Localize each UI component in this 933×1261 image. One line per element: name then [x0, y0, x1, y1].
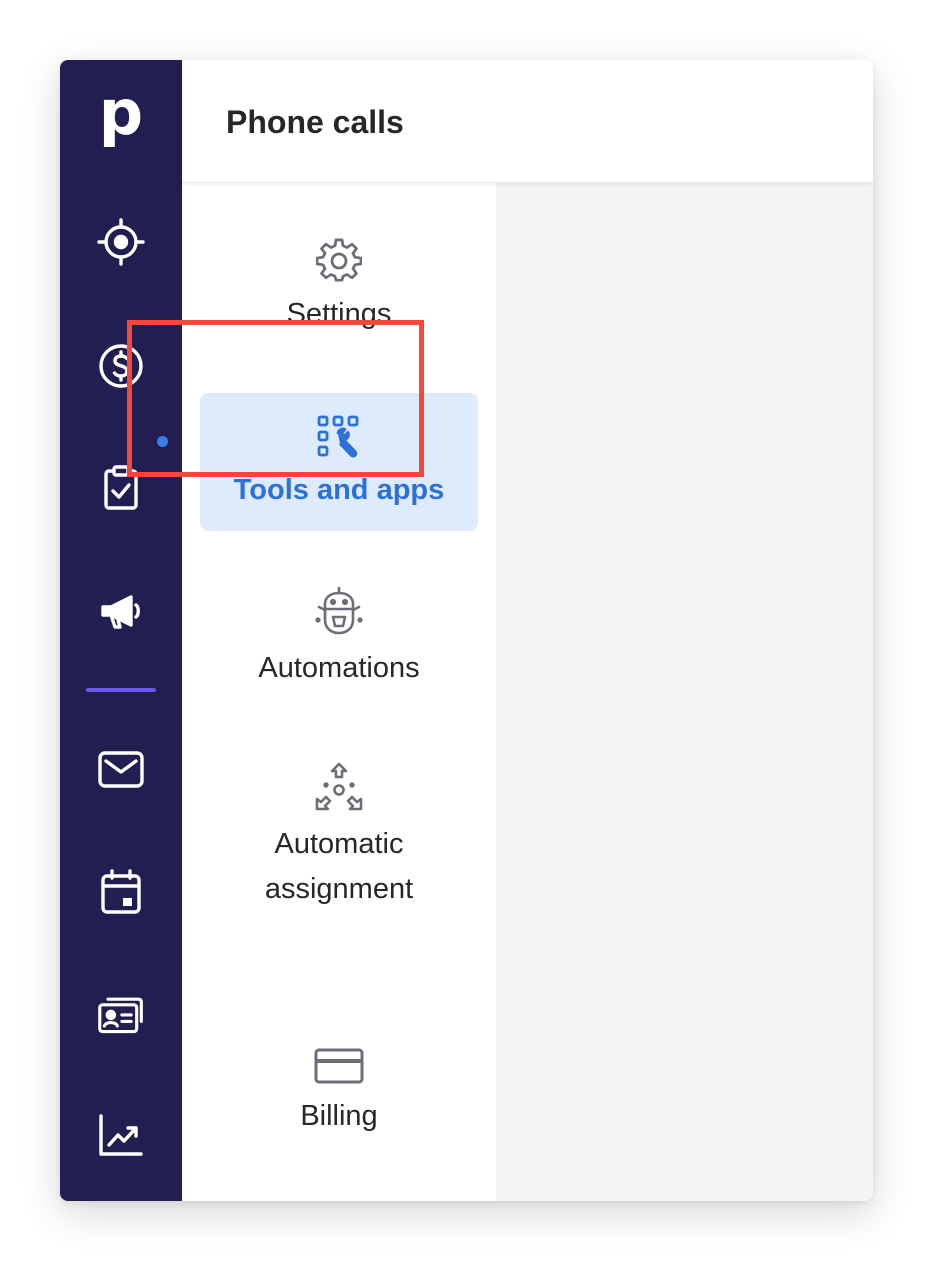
credit-card-icon — [314, 1048, 364, 1084]
page-header: Phone calls — [182, 60, 873, 183]
subnav-item-label-line2: assignment — [264, 873, 414, 905]
subnav-item-automations[interactable]: Automations — [182, 586, 496, 691]
mail-envelope-icon[interactable] — [97, 746, 145, 794]
app-window: p Phone calls Settings Tools and apps Au… — [60, 60, 873, 1201]
main-navigation-rail: p — [60, 60, 182, 1201]
subnav-item-label-line1: Automatic — [274, 828, 404, 860]
assignment-arrows-icon — [315, 762, 363, 811]
insights-chart-trend-icon[interactable] — [97, 1112, 145, 1160]
subnav-item-label: Automations — [258, 652, 420, 684]
page-title: Phone calls — [226, 104, 404, 140]
contacts-cards-icon[interactable] — [97, 990, 145, 1038]
subnav-item-billing[interactable]: Billing — [182, 1046, 496, 1139]
highlight-annotation-box — [127, 320, 424, 477]
leads-target-icon[interactable] — [97, 218, 145, 266]
calendar-icon[interactable] — [97, 868, 145, 916]
subnav-item-automatic-assignment[interactable]: Automatic assignment — [182, 762, 496, 912]
robot-icon — [315, 586, 363, 635]
campaigns-megaphone-icon[interactable] — [97, 587, 145, 635]
pipedrive-logo[interactable]: p — [60, 82, 182, 144]
gear-icon — [316, 238, 362, 282]
subnav-item-label: Billing — [300, 1100, 378, 1132]
rail-divider — [86, 688, 156, 692]
main-content-area — [496, 182, 873, 1201]
